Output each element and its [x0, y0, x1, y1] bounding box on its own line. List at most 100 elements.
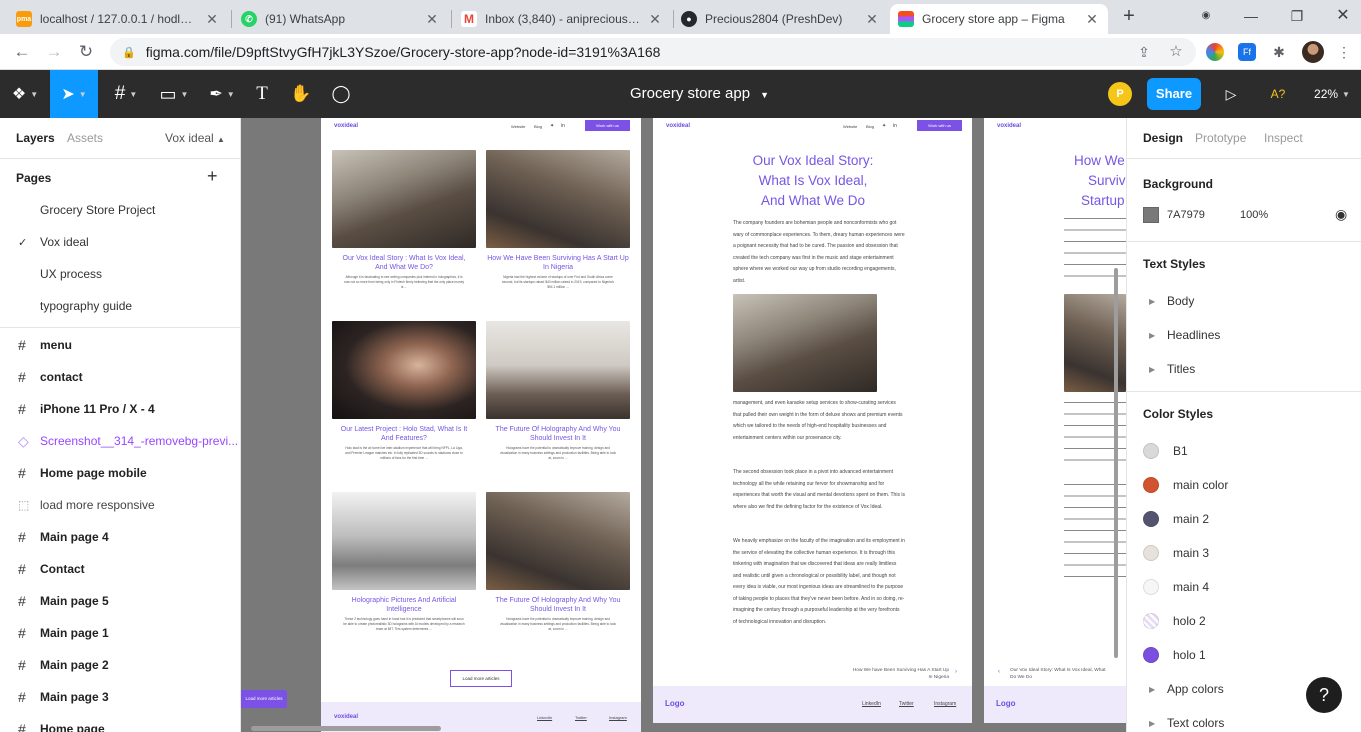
work-with-us-button[interactable]: Work with us	[917, 120, 962, 131]
tab-search-icon[interactable]: ◉	[1192, 4, 1220, 28]
footer-link[interactable]: Instagram	[609, 715, 627, 720]
layer-row[interactable]: # Main page 2	[0, 649, 240, 681]
page-item-current[interactable]: ✓ Vox ideal	[0, 226, 240, 258]
article-title[interactable]: The Future Of Holography And Why You Sho…	[487, 596, 629, 614]
layer-row[interactable]: # iPhone 11 Pro / X - 4	[0, 393, 240, 425]
present-button[interactable]: ▷	[1218, 70, 1244, 118]
layer-row[interactable]: # Home page	[0, 713, 240, 732]
text-style-item[interactable]: ▶ Headlines	[1127, 320, 1361, 350]
footer-link[interactable]: Instagram	[934, 701, 956, 707]
layer-row[interactable]: # Home page mobile	[0, 457, 240, 489]
browser-menu-icon[interactable]: ⋮	[1332, 40, 1356, 64]
background-color-swatch[interactable]	[1143, 207, 1159, 223]
layer-row[interactable]: ⬚ load more responsive	[0, 489, 240, 521]
tab-assets[interactable]: Assets	[67, 131, 103, 145]
color-style-item[interactable]: main 2	[1127, 504, 1361, 534]
user-avatar[interactable]: P	[1108, 82, 1132, 106]
browser-tab-github[interactable]: ● Precious2804 (PreshDev) ✕	[673, 4, 888, 34]
tab-layers[interactable]: Layers	[16, 131, 55, 145]
browser-tab-phpmyadmin[interactable]: pma localhost / 127.0.0.1 / hodlnau ✕	[8, 4, 228, 34]
pen-tool-button[interactable]: ✒ ▼	[200, 70, 244, 118]
twitter-icon[interactable]: ✦	[882, 123, 886, 129]
tab-design[interactable]: Design	[1143, 131, 1183, 145]
tab-prototype[interactable]: Prototype	[1195, 131, 1246, 145]
new-tab-button[interactable]: +	[1117, 6, 1141, 28]
close-icon[interactable]: ✕	[647, 11, 663, 28]
address-bar[interactable]: 🔒 figma.com/file/D9pftStvyGfH7jkL3YSzoe/…	[110, 38, 1196, 66]
extensions-puzzle-icon[interactable]: ✱	[1270, 43, 1288, 61]
text-tool-button[interactable]: T	[248, 70, 276, 118]
article-title[interactable]: How We Have Been Surviving Has A Start U…	[487, 254, 629, 272]
close-window-icon[interactable]: ✕	[1328, 4, 1358, 28]
profile-avatar[interactable]	[1302, 41, 1324, 63]
vertical-scrollbar[interactable]	[1114, 268, 1118, 658]
layer-row[interactable]: # Main page 3	[0, 681, 240, 713]
text-style-item[interactable]: ▶ Body	[1127, 286, 1361, 316]
background-hex-input[interactable]: 7A7979	[1167, 209, 1205, 221]
zoom-menu-button[interactable]: 22% ▼	[1310, 70, 1354, 118]
close-icon[interactable]: ✕	[204, 11, 220, 28]
nav-link[interactable]: Website	[843, 124, 857, 129]
share-page-icon[interactable]: ⇪	[1132, 40, 1156, 64]
chevron-left-icon[interactable]: ‹	[998, 669, 1000, 675]
share-button[interactable]: Share	[1147, 78, 1201, 110]
page-selector[interactable]: Vox ideal ▲	[165, 131, 225, 145]
close-icon[interactable]: ✕	[424, 11, 440, 28]
article-title[interactable]: Holographic Pictures And Artificial Inte…	[336, 596, 472, 614]
chevron-right-icon[interactable]: ›	[955, 669, 957, 675]
browser-tab-whatsapp[interactable]: ✆ (91) WhatsApp ✕	[233, 4, 448, 34]
design-canvas[interactable]: voxideal Website Blog ✦ in Work with us …	[241, 118, 1126, 732]
hand-tool-button[interactable]: ✋	[286, 70, 316, 118]
load-more-button[interactable]: Load more articles	[450, 670, 512, 687]
layer-row[interactable]: # menu	[0, 329, 240, 361]
shape-tool-button[interactable]: ▭ ▼	[152, 70, 196, 118]
background-opacity-input[interactable]: 100%	[1240, 209, 1268, 221]
color-extension-icon[interactable]	[1206, 43, 1224, 61]
next-article-link[interactable]: How We have Been Surviving Has A Start U…	[849, 667, 949, 681]
prev-article-link[interactable]: Our Vox Ideal Story: What Is Vox Ideal, …	[1010, 667, 1110, 681]
frame-tool-button[interactable]: # ▼	[104, 70, 148, 118]
page-item[interactable]: Grocery Store Project	[0, 194, 240, 226]
layer-row[interactable]: # Main page 5	[0, 585, 240, 617]
layer-row[interactable]: # contact	[0, 361, 240, 393]
color-style-item[interactable]: holo 1	[1127, 640, 1361, 670]
text-style-item[interactable]: ▶ Titles	[1127, 354, 1361, 384]
linkedin-icon[interactable]: in	[561, 123, 565, 129]
linkedin-icon[interactable]: in	[893, 123, 897, 129]
color-style-item[interactable]: B1	[1127, 436, 1361, 466]
twitter-icon[interactable]: ✦	[550, 123, 554, 129]
horizontal-scrollbar[interactable]	[251, 726, 441, 731]
footer-link[interactable]: LinkedIn	[537, 715, 552, 720]
main-menu-button[interactable]: ❖ ▼	[6, 70, 44, 118]
help-button[interactable]: ?	[1306, 677, 1342, 713]
comment-tool-button[interactable]: ◯	[326, 70, 356, 118]
close-icon[interactable]: ✕	[864, 11, 880, 28]
page-item[interactable]: typography guide	[0, 290, 240, 322]
layer-row[interactable]: # Main page 4	[0, 521, 240, 553]
article-title[interactable]: Our Latest Project : Holo Stad, What Is …	[336, 425, 472, 443]
load-more-floating-button[interactable]: Load more articles	[241, 690, 287, 708]
footer-link[interactable]: LinkedIn	[862, 701, 881, 707]
back-icon[interactable]: ←	[10, 40, 34, 64]
color-style-item[interactable]: main 3	[1127, 538, 1361, 568]
add-page-icon[interactable]: +	[207, 166, 218, 187]
article-title[interactable]: The Future Of Holography And Why You Sho…	[487, 425, 629, 443]
tab-inspect[interactable]: Inspect	[1264, 131, 1303, 145]
article-title[interactable]: Our Vox Ideal Story : What Is Vox Ideal,…	[336, 254, 472, 272]
footer-link[interactable]: Twitter	[899, 701, 914, 707]
color-style-item[interactable]: main color	[1127, 470, 1361, 500]
forward-icon[interactable]: →	[42, 40, 66, 64]
browser-tab-figma[interactable]: Grocery store app – Figma ✕	[890, 4, 1108, 34]
footer-link[interactable]: Twitter	[575, 715, 587, 720]
color-style-item[interactable]: main 4	[1127, 572, 1361, 602]
browser-tab-gmail[interactable]: M Inbox (3,840) - anipreciousebube ✕	[453, 4, 671, 34]
frame-article[interactable]: voxideal Website Blog ✦ in Work with us …	[653, 118, 972, 723]
move-tool-button[interactable]: ➤ ▼	[50, 70, 98, 118]
ai-assistant-button[interactable]: A?	[1262, 70, 1294, 118]
reload-icon[interactable]: ↻	[74, 40, 98, 64]
nav-link[interactable]: Blog	[866, 124, 874, 129]
minimize-icon[interactable]: —	[1236, 4, 1266, 28]
nav-link[interactable]: Blog	[534, 124, 542, 129]
restore-icon[interactable]: ❐	[1282, 4, 1312, 28]
frame-article-2[interactable]: voxideal How We Surviv Startup ‹ Our Vox…	[984, 118, 1126, 723]
